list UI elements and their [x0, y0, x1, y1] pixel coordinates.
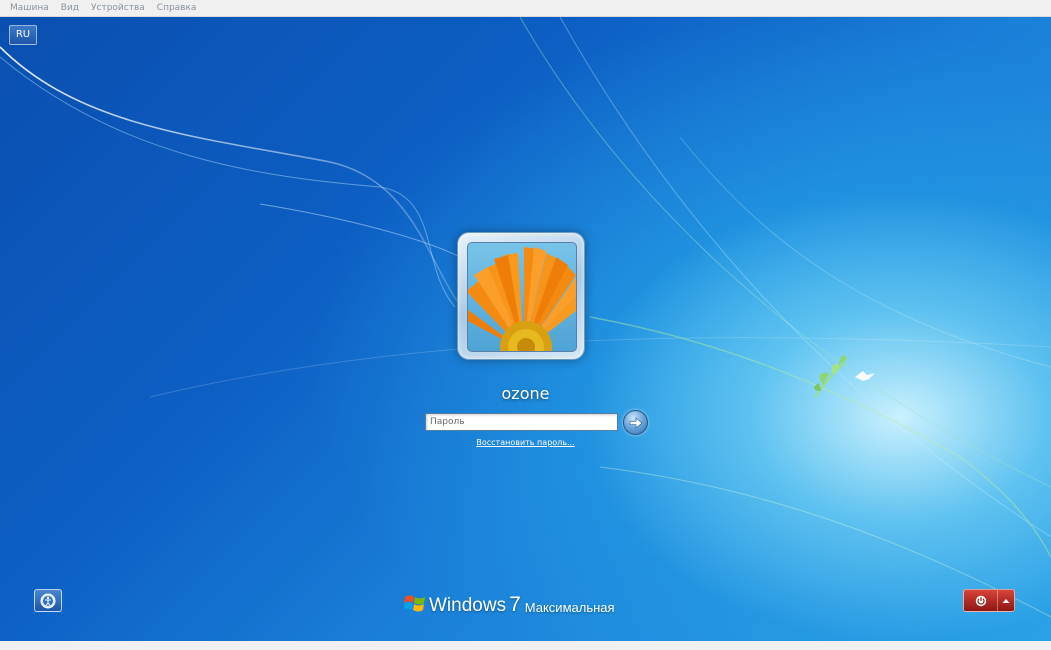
ease-of-access-icon [40, 593, 56, 608]
arrow-right-icon [629, 416, 642, 429]
chevron-up-icon [1002, 598, 1010, 603]
shutdown-button[interactable] [964, 590, 998, 611]
menu-help[interactable]: Справка [151, 3, 203, 13]
windows-branding: Windows 7 Максимальная [404, 591, 615, 617]
language-indicator[interactable]: RU [9, 25, 37, 45]
product-name: Windows [429, 595, 507, 616]
reset-password-link[interactable]: Восстановить пароль... [476, 438, 574, 447]
ease-of-access-button[interactable] [34, 589, 62, 612]
flower-icon [467, 242, 577, 352]
login-screen: RU ozone Восстановить пароль... Windows … [0, 17, 1051, 641]
password-field[interactable] [425, 413, 618, 431]
username-label: ozone [501, 384, 550, 403]
menu-machine[interactable]: Машина [4, 3, 55, 13]
host-menubar: Машина Вид Устройства Справка [0, 0, 1051, 17]
menu-devices[interactable]: Устройства [85, 3, 151, 13]
host-status-strip [0, 641, 1051, 650]
power-button-group [963, 589, 1015, 612]
submit-button[interactable] [623, 410, 648, 435]
user-avatar [457, 232, 585, 360]
power-icon [975, 595, 986, 606]
reset-password-link-row: Восстановить пароль... [0, 438, 1051, 447]
shutdown-options-button[interactable] [998, 590, 1014, 611]
windows-flag-icon [404, 595, 425, 612]
menu-view[interactable]: Вид [55, 3, 85, 13]
product-edition: Максимальная [524, 600, 615, 615]
product-version: 7 [509, 593, 521, 616]
